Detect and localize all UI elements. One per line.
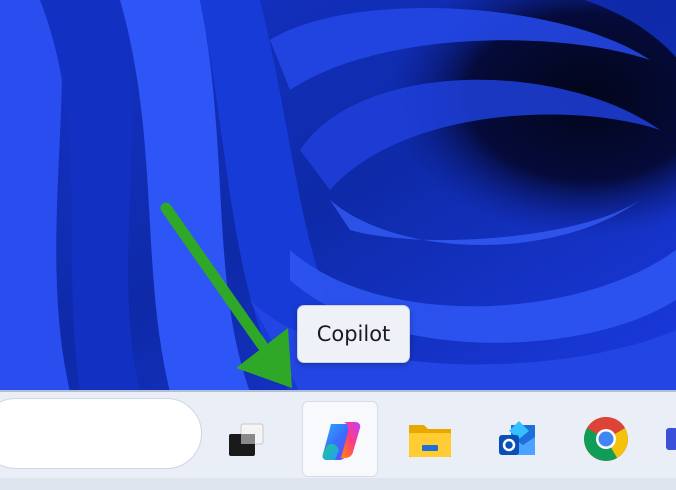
taskbar-bottom-edge (0, 478, 676, 490)
copilot-tooltip: Copilot (297, 305, 410, 363)
task-view-icon (229, 423, 264, 456)
copilot-button[interactable] (302, 401, 378, 477)
overflow-app-icon[interactable] (666, 428, 676, 450)
copilot-icon (322, 422, 361, 460)
outlook-icon (499, 421, 535, 455)
search-input[interactable] (21, 419, 175, 451)
outlook-button[interactable] (481, 401, 557, 477)
tooltip-text: Copilot (316, 322, 391, 346)
task-view-button[interactable] (209, 401, 285, 477)
taskbar (0, 390, 676, 490)
file-explorer-button[interactable] (392, 401, 468, 477)
chrome-button[interactable] (568, 401, 644, 477)
search-box[interactable] (0, 398, 202, 469)
chrome-icon (584, 417, 628, 461)
folder-icon (409, 425, 451, 457)
